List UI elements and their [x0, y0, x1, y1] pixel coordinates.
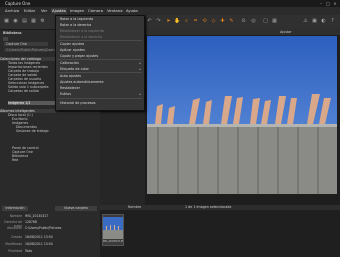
- menu-item-copy-adjustments[interactable]: Copiar ajustes: [60, 42, 84, 46]
- submenu-arrow-icon: ▸: [139, 67, 141, 71]
- menu-item-rotate-left[interactable]: Rotar a la izquierda: [60, 17, 93, 21]
- maximize-icon[interactable]: □: [325, 1, 331, 6]
- menu-imagen[interactable]: Imagen: [69, 8, 85, 14]
- submenu-arrow-icon: ▸: [139, 92, 141, 96]
- view-single-icon[interactable]: ▢: [262, 18, 269, 25]
- picker-icon[interactable]: ⊙: [240, 18, 247, 25]
- menu-item-reset-left: Restablecer a la izquierda: [60, 29, 104, 33]
- menu-item-rotate-right[interactable]: Rotar a la derecha: [60, 23, 91, 27]
- ajustes-menu: Rotar a la izquierda Rotar a la derecha …: [55, 15, 145, 111]
- menu-item-reset-right: Restablecer a la derecha: [60, 35, 103, 39]
- menu-item-copy-paste[interactable]: Copiar y pegar ajustes: [60, 54, 98, 58]
- pan-icon[interactable]: ✋: [174, 18, 181, 25]
- undo-icon[interactable]: ↶: [146, 18, 153, 25]
- menu-separator: [58, 40, 142, 41]
- catalog-path: C:\Users\Public\Pictures\Capture One: [4, 48, 67, 53]
- menu-item-reset[interactable]: Restablecer: [60, 86, 80, 90]
- menu-separator: [58, 72, 142, 73]
- process-icon[interactable]: ⚙: [39, 18, 46, 25]
- selected-item[interactable]: Imágenes 1/1: [8, 101, 58, 106]
- menu-ayuda[interactable]: Ayuda: [125, 8, 139, 14]
- minimize-icon[interactable]: –: [318, 1, 324, 6]
- menu-item-auto-adjustments[interactable]: Ajustes automáticamente: [60, 80, 104, 84]
- keystone-icon[interactable]: ◇: [210, 18, 217, 25]
- exposure-warning-icon[interactable]: ⚠: [302, 18, 309, 25]
- crop-icon[interactable]: ⌗: [192, 18, 199, 25]
- info-value: IMG_20130327: [25, 214, 49, 218]
- info-value: 16/08/2011 13:54: [25, 235, 53, 239]
- menu-separator: [58, 98, 142, 99]
- thumbnail[interactable]: IMG_20130327.JPG: [102, 214, 124, 246]
- menu-camara[interactable]: Cámara: [87, 8, 104, 14]
- help-icon[interactable]: ?: [329, 18, 336, 25]
- view-grid-icon[interactable]: ▦: [271, 18, 278, 25]
- grid-icon[interactable]: ▦: [30, 18, 37, 25]
- info-key: Prioridad: [8, 249, 22, 253]
- list-item[interactable]: Carpetas de salida: [8, 89, 39, 93]
- info-key: Creado: [10, 235, 22, 239]
- menu-ventana[interactable]: Ventana: [106, 8, 124, 14]
- spot-icon[interactable]: ✚: [219, 18, 226, 25]
- tree-item[interactable]: Red: [12, 158, 18, 162]
- info-value: Todo: [25, 249, 33, 253]
- grid-overlay-icon[interactable]: ▣: [311, 18, 318, 25]
- menu-item-apply-adjustments[interactable]: Aplicar ajustes: [60, 48, 85, 52]
- sort-label[interactable]: Nombre: [128, 205, 141, 209]
- menu-item-calibration[interactable]: Calibración: [60, 61, 79, 65]
- zoom-icon[interactable]: ⌕: [183, 18, 190, 25]
- catalog-selector[interactable]: Capture One: [4, 42, 48, 47]
- info-value: 128768: [25, 220, 37, 224]
- browser-panel: Nombre 1 de 1 imagen seleccionada IMG_20…: [100, 205, 340, 257]
- info-key: Nombre: [9, 214, 22, 218]
- viewer-toolbar: Ajustar: [145, 29, 340, 35]
- panel-title: Biblioteca: [3, 31, 22, 35]
- submenu-arrow-icon: ▸: [139, 61, 141, 65]
- close-icon[interactable]: ×: [332, 1, 338, 6]
- collapse-icon[interactable]: [3, 37, 8, 41]
- redo-icon[interactable]: ↷: [155, 18, 162, 25]
- rotate-icon[interactable]: ⟲: [201, 18, 208, 25]
- folder-icon[interactable]: ▤: [21, 18, 28, 25]
- tree-item[interactable]: Sesiones de trabajo: [16, 129, 49, 133]
- import-icon[interactable]: ▣: [3, 18, 10, 25]
- menu-ajustes[interactable]: Ajustes: [51, 8, 67, 14]
- new-folder-button[interactable]: Nueva carpeta: [55, 206, 97, 211]
- brush-icon[interactable]: ✎: [228, 18, 235, 25]
- menu-separator: [58, 59, 142, 60]
- menu-archivo[interactable]: Archivo: [4, 8, 20, 14]
- title-bar: Capture One – □ ×: [0, 0, 340, 7]
- main-image[interactable]: [147, 36, 337, 194]
- info-value: C:\Users\Public\Pictures: [25, 226, 62, 230]
- proof-icon[interactable]: ◐: [320, 18, 327, 25]
- info-panel: Información Nueva carpeta Nombre IMG_201…: [0, 205, 100, 257]
- menu-item-process-history[interactable]: Historial de procesos: [60, 101, 96, 105]
- menu-item-styles[interactable]: Estilos: [60, 92, 71, 96]
- window-title: Capture One: [5, 1, 31, 6]
- fit-label[interactable]: Ajustar: [280, 30, 292, 34]
- info-button[interactable]: Información: [2, 206, 28, 211]
- menu-editar[interactable]: Editar: [23, 8, 36, 14]
- menu-item-color-label[interactable]: Etiqueta de color: [60, 67, 89, 71]
- menu-ver[interactable]: Ver: [40, 8, 48, 14]
- cursor-icon[interactable]: ➤: [165, 18, 172, 25]
- info-key: Modificado: [5, 242, 22, 246]
- info-key: Ubicación: [6, 226, 22, 230]
- capture-icon[interactable]: ◉: [12, 18, 19, 25]
- loupe-icon[interactable]: ◎: [250, 18, 257, 25]
- info-value: 16/08/2011 13:54: [25, 242, 53, 246]
- thumbnail-label: IMG_20130327.JPG: [103, 240, 123, 243]
- selection-count: 1 de 1 imagen seleccionada: [185, 205, 232, 209]
- menu-item-auto-adjust[interactable]: Auto ajustes: [60, 74, 81, 78]
